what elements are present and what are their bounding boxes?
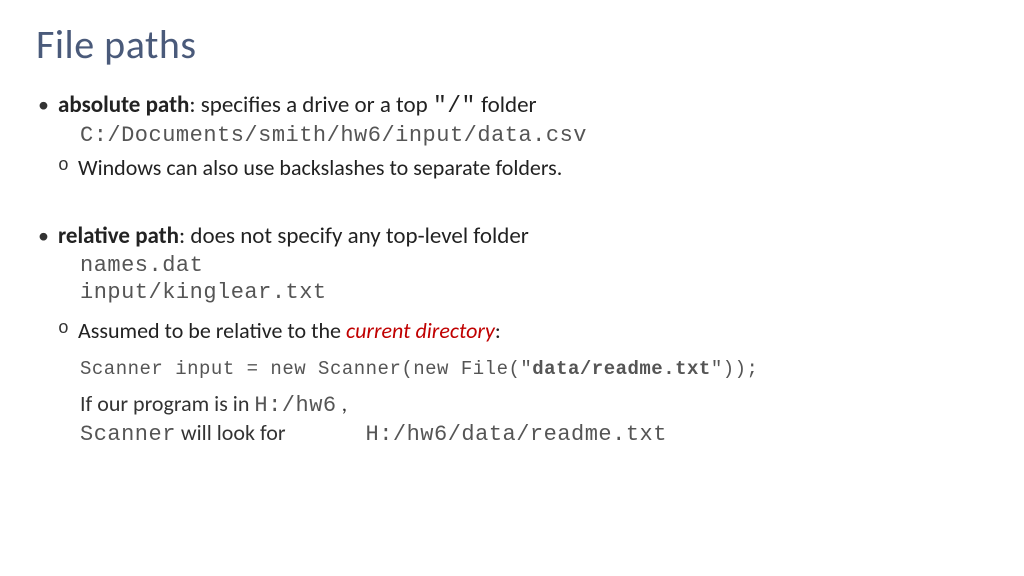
sub-current-dir: Assumed to be relative to the current di… xyxy=(58,317,988,346)
bullet-line: relative path: does not specify any top-… xyxy=(58,222,988,251)
tail2-scanner: Scanner xyxy=(80,422,176,447)
sub-text-a: Assumed to be relative to the xyxy=(78,317,346,344)
bullet-relative-path: relative path: does not specify any top-… xyxy=(36,222,988,448)
sub-list: Windows can also use backslashes to sepa… xyxy=(58,154,988,183)
tail-line-1: If our program is in H:/hw6 , xyxy=(80,390,988,420)
code-scanner-example: Scanner input = new Scanner(new File("da… xyxy=(80,358,988,380)
sub-windows-note: Windows can also use backslashes to sepa… xyxy=(58,154,988,183)
tail-line-2: Scanner will look for H:/hw6/data/readme.… xyxy=(80,419,988,449)
tail1-text-b: , xyxy=(337,390,347,417)
code-part-a: Scanner input = new Scanner(new File(" xyxy=(80,358,532,380)
example-path-absolute: C:/Documents/smith/hw6/input/data.csv xyxy=(80,123,988,148)
term-relative: relative path xyxy=(58,222,179,250)
tail2-code: H:/hw6/data/readme.txt xyxy=(366,422,667,447)
term-absolute: absolute path xyxy=(58,91,189,119)
code-bold-path: data/readme.txt xyxy=(532,358,711,380)
example-path-relative-2: input/kinglear.txt xyxy=(80,280,988,305)
current-directory-em: current directory xyxy=(346,317,495,344)
tail1-code: H:/hw6 xyxy=(254,393,336,418)
slide: File paths absolute path: specifies a dr… xyxy=(0,0,1024,509)
bullet-list: absolute path: specifies a drive or a to… xyxy=(36,91,988,449)
code-part-b: ")); xyxy=(711,358,759,380)
slide-title: File paths xyxy=(36,20,988,69)
tail1-text: If our program is in xyxy=(80,390,254,417)
desc-text: : specifies a drive or a top xyxy=(189,91,433,119)
desc-text-b: folder xyxy=(476,91,537,119)
sub-list: Assumed to be relative to the current di… xyxy=(58,317,988,346)
sub-text-b: : xyxy=(495,317,501,344)
desc-text: : does not specify any top-level folder xyxy=(179,222,529,250)
bullet-line: absolute path: specifies a drive or a to… xyxy=(58,91,988,121)
tail2-text: will look for xyxy=(176,419,286,446)
example-path-relative-1: names.dat xyxy=(80,253,988,278)
slash-code: "/" xyxy=(433,93,476,119)
bullet-absolute-path: absolute path: specifies a drive or a to… xyxy=(36,91,988,182)
